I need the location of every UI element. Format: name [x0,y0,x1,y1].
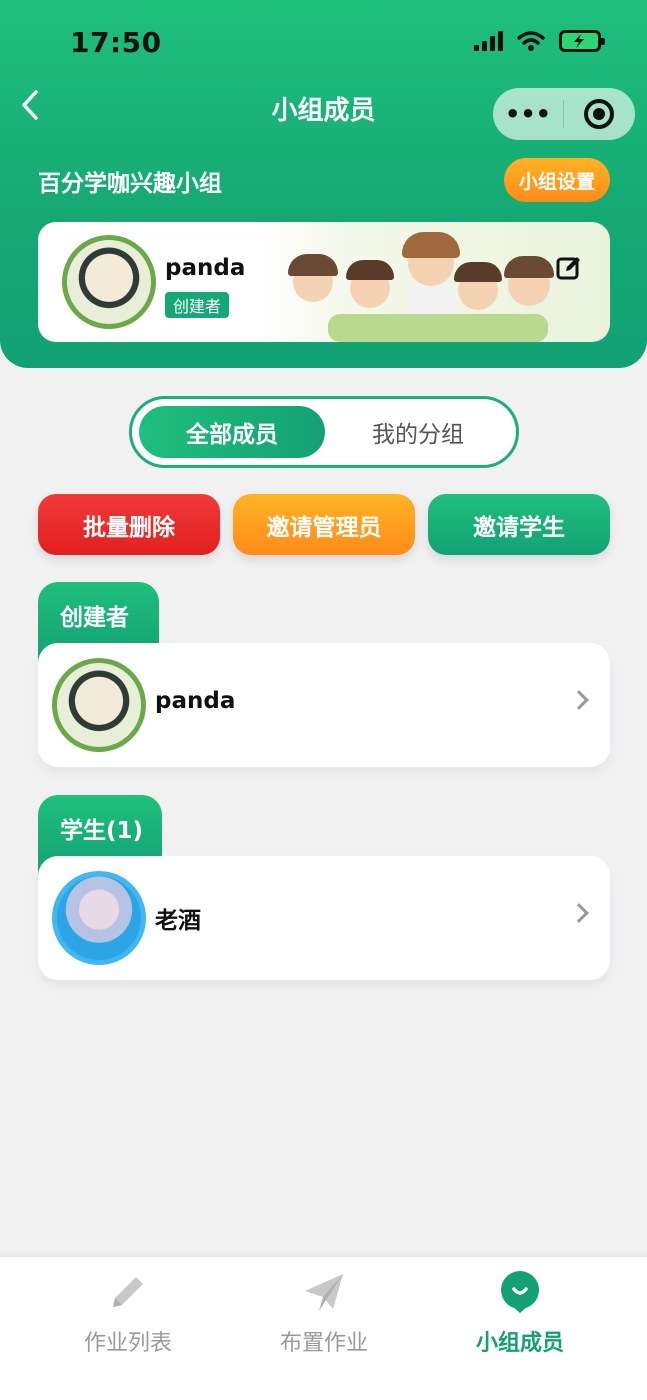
header-banner: 17:50 小组成员 ••• 百分学咖兴趣小组 小组设置 panda 创建者 [0,0,647,368]
member-name: panda [155,688,236,714]
tab-assign-homework[interactable]: 布置作业 [224,1269,424,1357]
tab-label: 作业列表 [83,1331,172,1356]
owner-card: panda 创建者 [38,222,610,342]
status-time: 17:50 [70,26,162,59]
tab-homework-list[interactable]: 作业列表 [28,1269,228,1357]
status-icons [474,30,605,52]
member-avatar [52,871,146,965]
member-name: 老酒 [155,908,201,934]
paper-plane-icon [305,1274,343,1311]
creator-badge: 创建者 [165,292,230,318]
tab-my-groups[interactable]: 我的分组 [325,406,511,458]
member-avatar [52,658,146,752]
tab-all-members[interactable]: 全部成员 [139,406,325,458]
target-icon [584,99,614,129]
close-miniprogram-button[interactable] [564,99,634,129]
chevron-right-icon [569,903,589,923]
invite-student-button[interactable]: 邀请学生 [428,494,610,555]
invite-admin-button[interactable]: 邀请管理员 [233,494,415,555]
tab-label: 小组成员 [475,1331,564,1356]
status-bar: 17:50 [0,0,647,80]
list-item[interactable]: 老酒 [38,856,610,980]
battery-icon [559,30,605,52]
navigation-bar: 小组成员 ••• [0,82,647,140]
member-filter-segment: 全部成员 我的分组 [129,396,519,468]
classroom-illustration [268,222,610,342]
group-icon [501,1271,539,1313]
pencil-icon [113,1277,143,1307]
wifi-icon [517,31,545,51]
tab-group-members[interactable]: 小组成员 [420,1269,620,1357]
list-item[interactable]: panda [38,643,610,767]
group-name: 百分学咖兴趣小组 [38,171,222,197]
batch-delete-button[interactable]: 批量删除 [38,494,220,555]
chevron-right-icon [569,690,589,710]
tab-label: 布置作业 [279,1331,368,1356]
miniprogram-capsule: ••• [493,88,635,140]
cellular-signal-icon [474,31,503,51]
owner-avatar [62,235,156,329]
owner-name: panda [165,255,246,281]
edit-icon[interactable] [556,255,582,281]
bottom-tab-bar: 作业列表 布置作业 小组成员 [0,1256,647,1400]
group-settings-button[interactable]: 小组设置 [504,158,610,202]
more-options-button[interactable]: ••• [493,100,563,128]
